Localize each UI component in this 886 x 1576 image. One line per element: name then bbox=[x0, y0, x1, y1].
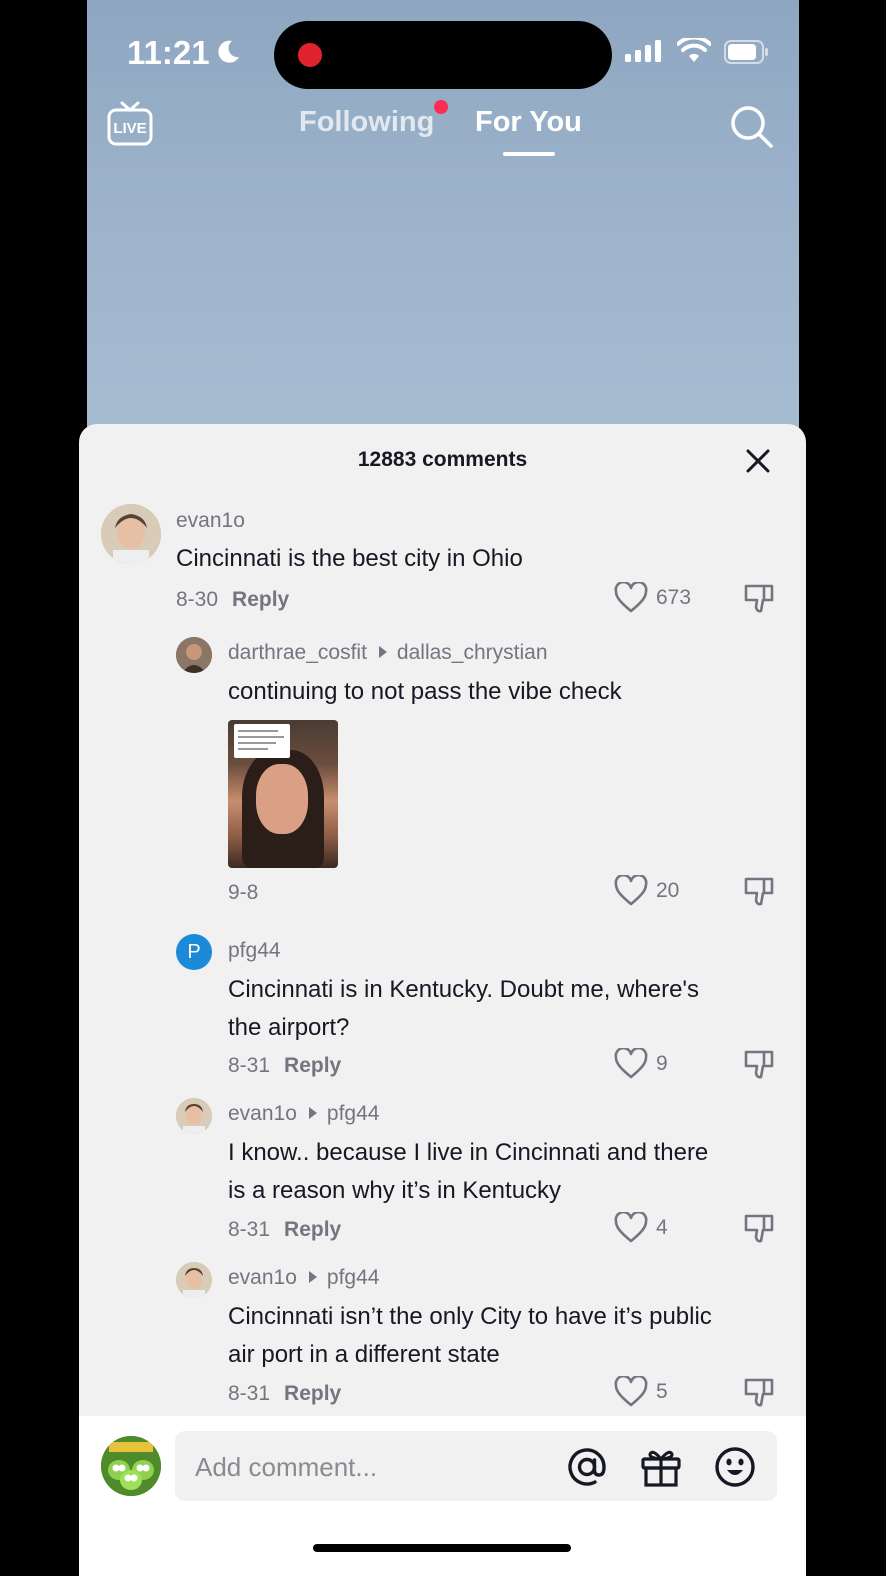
comment-author[interactable]: evan1o bbox=[228, 1102, 297, 1125]
search-icon[interactable] bbox=[729, 104, 775, 150]
reply-arrow-icon bbox=[308, 1107, 317, 1120]
like-count: 9 bbox=[656, 1052, 668, 1075]
comment-username[interactable]: evan1o pfg44 bbox=[228, 1266, 379, 1290]
avatar[interactable] bbox=[176, 1098, 212, 1134]
tab-for-you[interactable]: For You bbox=[475, 106, 582, 139]
status-bar: 11:21 bbox=[87, 0, 799, 100]
recording-indicator-icon bbox=[298, 43, 322, 67]
comment-meta: 8-31 Reply bbox=[228, 1382, 341, 1406]
live-icon[interactable]: LIVE bbox=[107, 100, 153, 148]
home-indicator[interactable] bbox=[313, 1544, 571, 1552]
comment-date: 8-31 bbox=[228, 1218, 271, 1241]
moon-icon bbox=[218, 40, 239, 63]
thumbnail-face bbox=[256, 764, 308, 834]
comment-item: evan1o Cincinnati is the best city in Oh… bbox=[79, 502, 806, 622]
reply-button[interactable]: Reply bbox=[284, 1054, 341, 1077]
comment-item: darthrae_cosfit dallas_chrystian continui… bbox=[79, 636, 806, 916]
wifi-icon bbox=[677, 38, 711, 62]
active-tab-indicator bbox=[503, 152, 555, 156]
close-icon[interactable] bbox=[745, 448, 771, 474]
avatar[interactable] bbox=[176, 1262, 212, 1298]
reply-to-username[interactable]: pfg44 bbox=[327, 1102, 380, 1125]
thumbnail-caption-card bbox=[234, 724, 290, 758]
heart-icon bbox=[614, 582, 648, 613]
comment-input-bar bbox=[79, 1416, 806, 1576]
like-button[interactable]: 673 bbox=[614, 582, 691, 614]
reply-to-username[interactable]: dallas_chrystian bbox=[397, 641, 548, 664]
dynamic-island bbox=[274, 21, 612, 89]
status-time: 11:21 bbox=[127, 34, 210, 71]
comment-item: evan1o pfg44 Cincinnati isn’t the only Ci… bbox=[79, 1261, 806, 1421]
avatar[interactable]: P bbox=[176, 934, 212, 970]
comment-input-box[interactable] bbox=[175, 1431, 777, 1501]
comment-username[interactable]: darthrae_cosfit dallas_chrystian bbox=[228, 641, 548, 665]
live-label: LIVE bbox=[113, 120, 146, 137]
dislike-icon[interactable] bbox=[743, 876, 775, 908]
comment-date: 8-31 bbox=[228, 1054, 271, 1077]
cellular-signal-icon bbox=[625, 40, 661, 62]
heart-icon bbox=[614, 1212, 648, 1243]
reply-button[interactable]: Reply bbox=[232, 588, 289, 611]
top-navigation: LIVE Following For You bbox=[87, 100, 799, 170]
like-count: 20 bbox=[656, 879, 680, 902]
dislike-icon[interactable] bbox=[743, 1377, 775, 1409]
dislike-icon[interactable] bbox=[743, 1049, 775, 1081]
gift-icon[interactable] bbox=[639, 1445, 683, 1489]
comments-sheet: 12883 comments evan1o Cincinnati is the … bbox=[79, 424, 806, 1576]
like-count: 4 bbox=[656, 1216, 668, 1239]
heart-icon bbox=[614, 1048, 648, 1079]
like-count: 5 bbox=[656, 1380, 668, 1403]
battery-icon bbox=[724, 40, 768, 64]
comment-item: evan1o pfg44 I know.. because I live in C… bbox=[79, 1097, 806, 1257]
comment-input[interactable] bbox=[193, 1447, 557, 1487]
like-button[interactable]: 20 bbox=[614, 875, 679, 907]
comment-author[interactable]: darthrae_cosfit bbox=[228, 641, 367, 664]
like-button[interactable]: 5 bbox=[614, 1376, 668, 1408]
like-button[interactable]: 4 bbox=[614, 1212, 668, 1244]
comment-text: continuing to not pass the vibe check bbox=[228, 678, 622, 705]
avatar[interactable] bbox=[101, 504, 161, 564]
comment-meta: 8-31 Reply bbox=[228, 1054, 341, 1078]
reply-to-username[interactable]: pfg44 bbox=[327, 1266, 380, 1289]
comment-date: 8-30 bbox=[176, 588, 219, 611]
comment-date: 9-8 bbox=[228, 881, 259, 904]
heart-icon bbox=[614, 875, 648, 906]
following-notification-dot bbox=[434, 100, 448, 114]
comment-text: Cincinnati is in Kentucky. Doubt me, whe… bbox=[228, 976, 700, 1041]
comment-username[interactable]: evan1o pfg44 bbox=[228, 1102, 379, 1126]
comment-username[interactable]: evan1o bbox=[176, 509, 245, 533]
comment-item: P pfg44 Cincinnati is in Kentucky. Doubt… bbox=[79, 934, 806, 1094]
comment-author[interactable]: evan1o bbox=[228, 1266, 297, 1289]
comment-meta: 8-30 Reply bbox=[176, 588, 289, 612]
comments-count-title: 12883 comments bbox=[357, 448, 528, 471]
like-count: 673 bbox=[656, 586, 692, 609]
comment-meta: 8-31 Reply bbox=[228, 1218, 341, 1242]
emoji-icon[interactable] bbox=[713, 1445, 757, 1489]
comment-text: I know.. because I live in Cincinnati an… bbox=[228, 1139, 709, 1204]
avatar[interactable] bbox=[176, 637, 212, 673]
dislike-icon[interactable] bbox=[743, 583, 775, 615]
comment-text: Cincinnati is the best city in Ohio bbox=[176, 545, 523, 572]
heart-icon bbox=[614, 1376, 648, 1407]
reply-arrow-icon bbox=[378, 646, 387, 659]
comment-username[interactable]: pfg44 bbox=[228, 939, 281, 963]
mention-icon[interactable] bbox=[565, 1445, 609, 1489]
current-user-avatar[interactable] bbox=[101, 1436, 161, 1496]
comment-date: 8-31 bbox=[228, 1382, 271, 1405]
comment-text: Cincinnati isn’t the only City to have i… bbox=[228, 1303, 712, 1368]
dislike-icon[interactable] bbox=[743, 1213, 775, 1245]
tab-following[interactable]: Following bbox=[299, 106, 434, 139]
reply-button[interactable]: Reply bbox=[284, 1382, 341, 1405]
reply-button[interactable]: Reply bbox=[284, 1218, 341, 1241]
like-button[interactable]: 9 bbox=[614, 1048, 668, 1080]
reply-arrow-icon bbox=[308, 1271, 317, 1284]
comment-video-thumbnail[interactable] bbox=[228, 720, 338, 868]
